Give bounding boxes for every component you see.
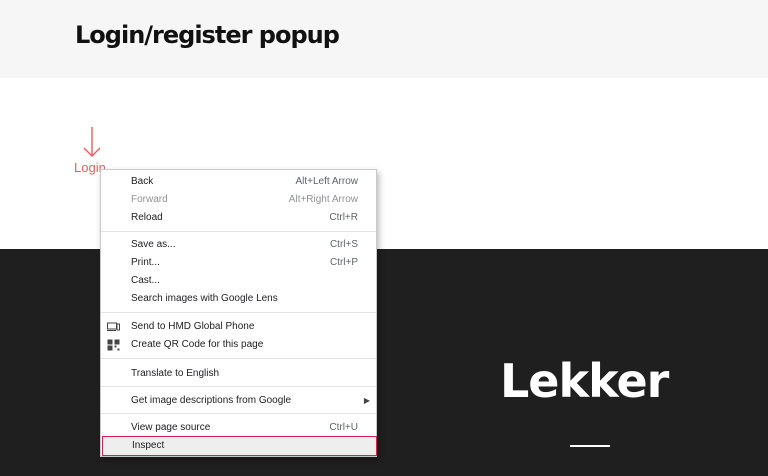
menu-separator (101, 312, 376, 313)
context-menu: Back Alt+Left Arrow Forward Alt+Right Ar… (100, 169, 377, 457)
brand-logo-text: Lekker (500, 354, 669, 408)
arrow-down-icon (83, 127, 101, 157)
menu-item-send-to-device[interactable]: Send to HMD Global Phone (101, 318, 376, 336)
menu-item-search-images-google-lens[interactable]: Search images with Google Lens (101, 290, 376, 308)
menu-item-shortcut: Ctrl+R (329, 212, 358, 223)
menu-item-inspect[interactable]: Inspect (102, 436, 377, 456)
menu-item-label: Cast... (131, 275, 160, 286)
menu-item-shortcut: Alt+Left Arrow (295, 176, 358, 187)
menu-item-label: Forward (131, 194, 168, 205)
menu-item-label: Send to HMD Global Phone (131, 321, 255, 332)
menu-item-label: Get image descriptions from Google (131, 395, 292, 406)
menu-item-label: View page source (131, 422, 211, 433)
menu-item-shortcut: Ctrl+P (329, 257, 358, 268)
menu-separator (101, 358, 376, 359)
menu-item-create-qr-code[interactable]: Create QR Code for this page (101, 336, 376, 354)
menu-item-label: Translate to English (131, 368, 220, 379)
menu-item-label: Create QR Code for this page (131, 339, 264, 350)
menu-item-shortcut: Alt+Right Arrow (288, 194, 358, 205)
menu-item-label: Search images with Google Lens (131, 293, 278, 304)
menu-item-label: Reload (131, 212, 163, 223)
page-title: Login/register popup (75, 21, 340, 49)
menu-item-forward[interactable]: Forward Alt+Right Arrow (101, 191, 376, 209)
menu-item-back[interactable]: Back Alt+Left Arrow (101, 173, 376, 191)
qr-code-icon (107, 339, 120, 351)
submenu-arrow-icon: ▶ (363, 396, 370, 405)
menu-item-image-descriptions[interactable]: Get image descriptions from Google ▶ (101, 392, 376, 410)
menu-item-translate[interactable]: Translate to English (101, 365, 376, 383)
menu-item-view-page-source[interactable]: View page source Ctrl+U (101, 419, 376, 437)
menu-item-reload[interactable]: Reload Ctrl+R (101, 209, 376, 227)
menu-item-print[interactable]: Print... Ctrl+P (101, 254, 376, 272)
menu-item-label: Back (131, 176, 154, 187)
menu-item-shortcut: Ctrl+U (329, 422, 358, 433)
menu-item-save-as[interactable]: Save as... Ctrl+S (101, 236, 376, 254)
menu-separator (101, 231, 376, 232)
menu-item-cast[interactable]: Cast... (101, 272, 376, 290)
brand-underline (570, 445, 610, 447)
page-header: Login/register popup (0, 0, 768, 78)
device-icon (107, 322, 120, 331)
menu-separator (101, 413, 376, 414)
menu-item-shortcut: Ctrl+S (329, 239, 358, 250)
menu-item-label: Inspect (132, 440, 165, 451)
menu-separator (101, 386, 376, 387)
menu-item-label: Save as... (131, 239, 176, 250)
menu-item-label: Print... (131, 257, 160, 268)
